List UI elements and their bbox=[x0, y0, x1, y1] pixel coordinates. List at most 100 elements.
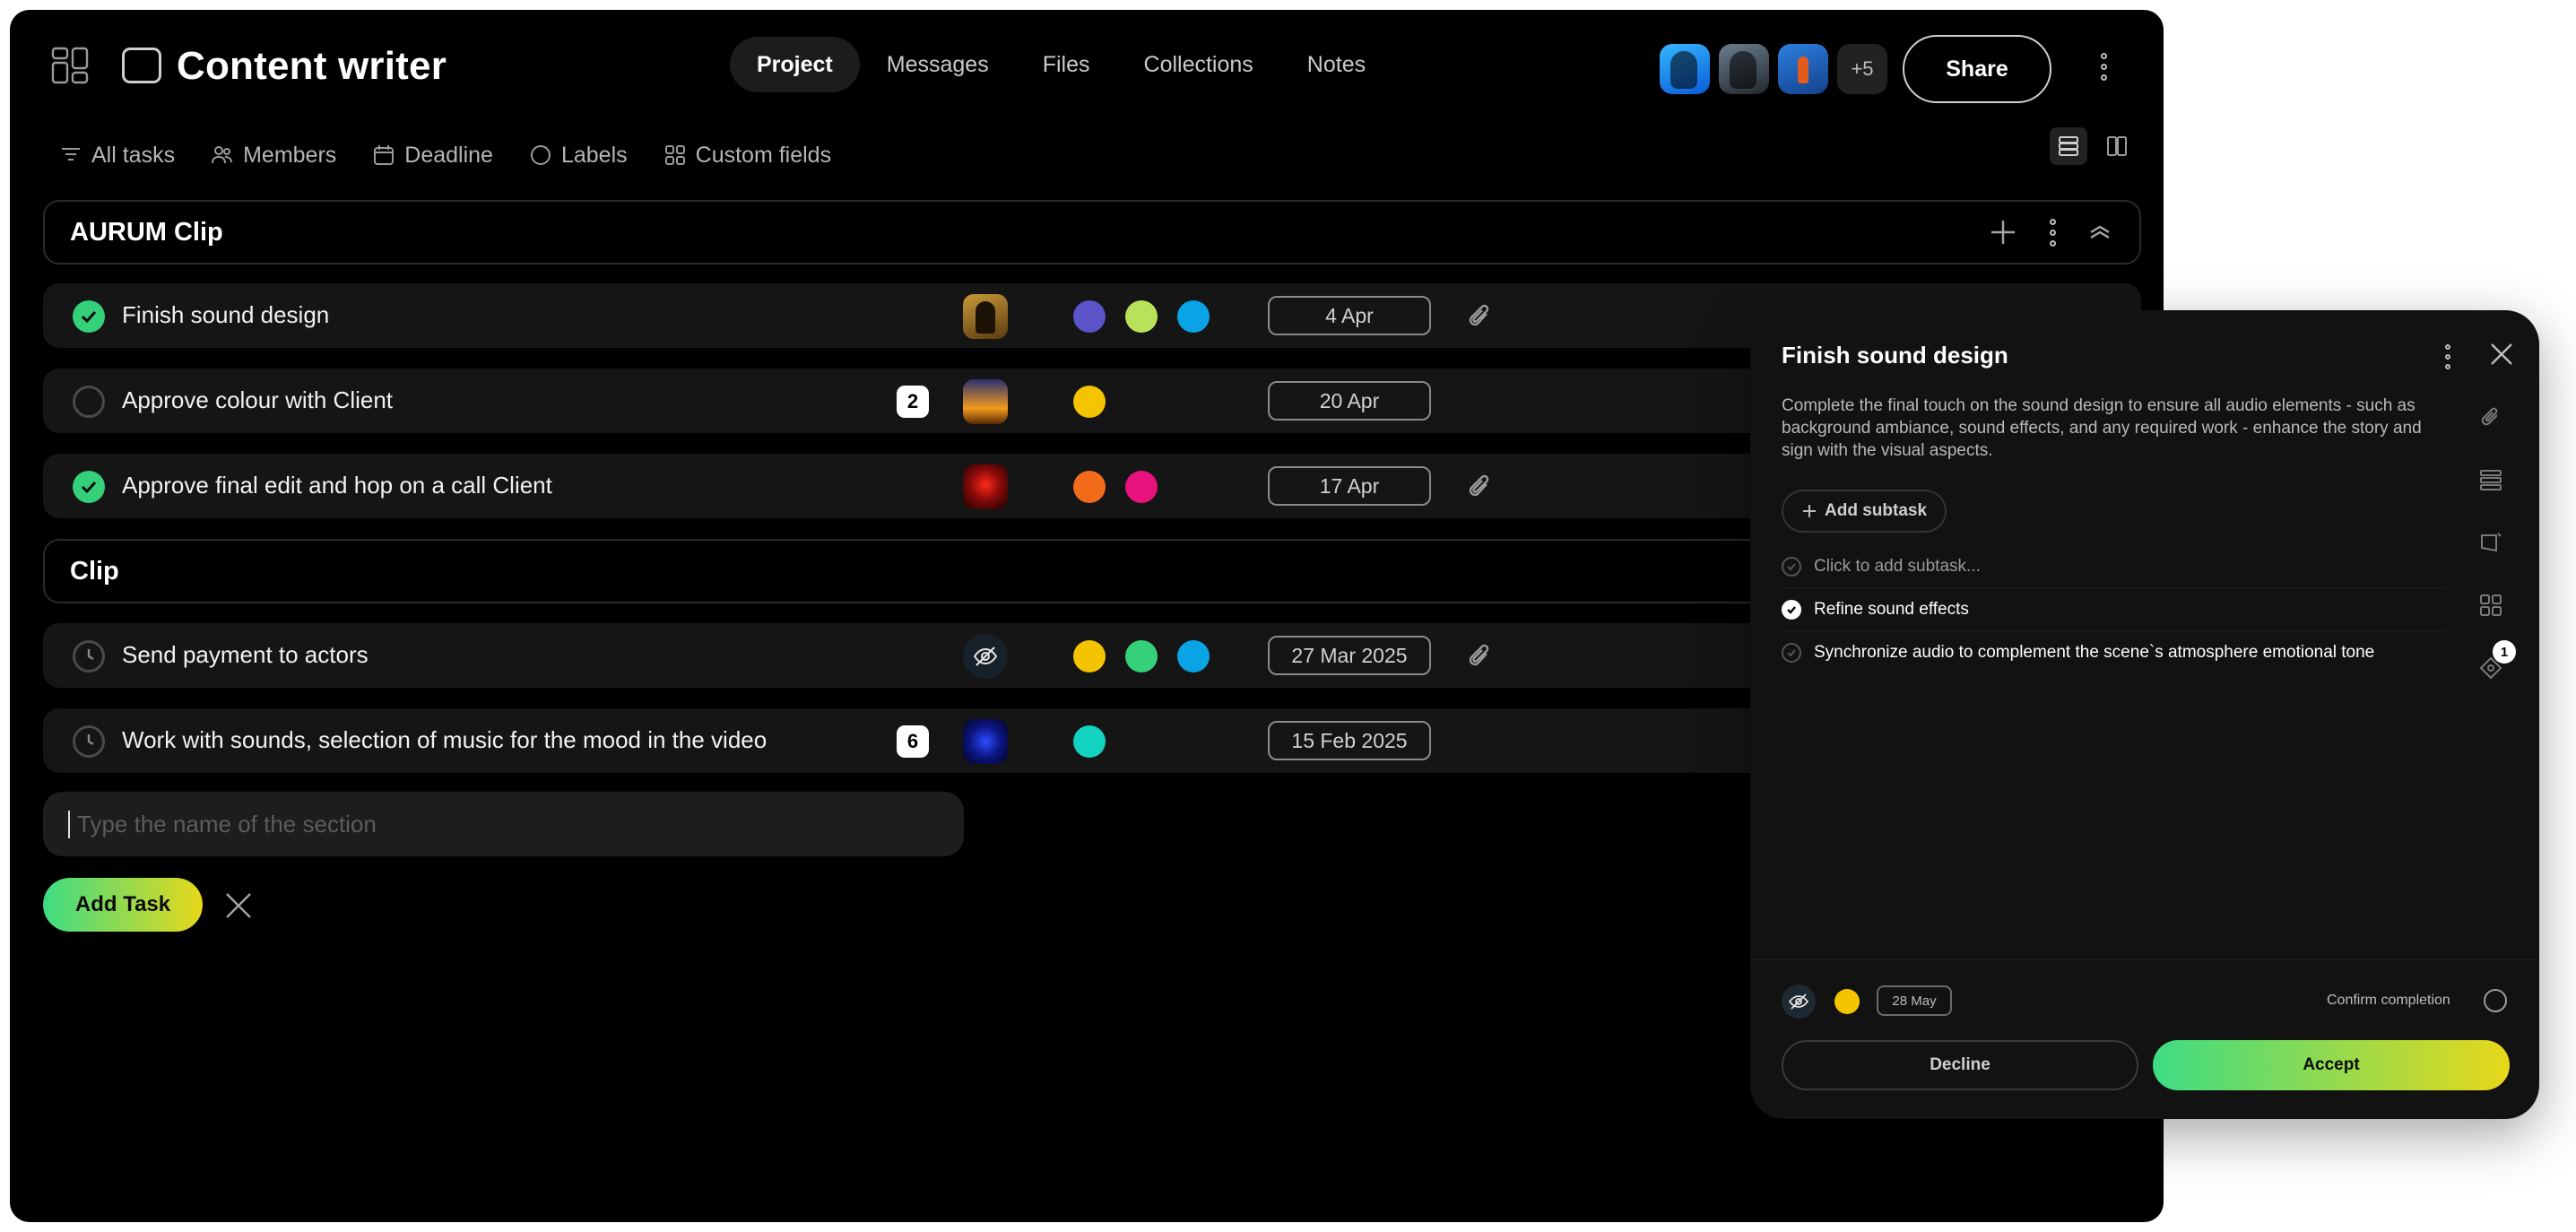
label-dots[interactable] bbox=[1073, 386, 1106, 418]
filter-all-tasks[interactable]: All tasks bbox=[59, 143, 175, 169]
member-avatars[interactable]: +5 bbox=[1660, 44, 1887, 94]
project-tabs: Project Messages Files Collections Notes bbox=[730, 37, 1392, 92]
add-subtask-button[interactable]: Add subtask bbox=[1782, 490, 1947, 533]
tab-project[interactable]: Project bbox=[730, 37, 860, 92]
task-description[interactable]: Complete the final touch on the sound de… bbox=[1782, 395, 2436, 462]
accept-button[interactable]: Accept bbox=[2153, 1040, 2510, 1090]
board-view-icon[interactable] bbox=[2098, 127, 2136, 165]
label-dot[interactable] bbox=[1073, 471, 1106, 503]
label-circle-icon bbox=[530, 145, 551, 165]
avatar[interactable] bbox=[1719, 44, 1769, 94]
label-dot[interactable] bbox=[1073, 300, 1106, 333]
label-dot[interactable] bbox=[1125, 471, 1158, 503]
filter-label: Labels bbox=[560, 142, 628, 168]
panel-title: Finish sound design bbox=[1782, 342, 2008, 369]
workspace-grid-icon[interactable] bbox=[50, 46, 90, 85]
tab-files[interactable]: Files bbox=[1016, 37, 1117, 92]
due-date-chip[interactable]: 17 Apr bbox=[1268, 466, 1431, 506]
filter-label: Custom fields bbox=[695, 142, 832, 168]
label-dots[interactable] bbox=[1073, 471, 1158, 503]
calendar-icon bbox=[374, 145, 395, 165]
label-dot[interactable] bbox=[1125, 640, 1158, 672]
avatar[interactable] bbox=[1778, 44, 1828, 94]
tab-collections[interactable]: Collections bbox=[1117, 37, 1280, 92]
check-circle-icon[interactable] bbox=[73, 300, 105, 333]
project-color-swatch[interactable] bbox=[122, 48, 161, 83]
check-circle-icon[interactable] bbox=[73, 471, 105, 503]
empty-check-icon[interactable] bbox=[1782, 556, 1801, 577]
list-icon[interactable] bbox=[2478, 467, 2503, 492]
due-date-chip[interactable]: 20 Apr bbox=[1268, 381, 1431, 421]
decline-button[interactable]: Decline bbox=[1782, 1040, 2138, 1090]
filter-members[interactable]: Members bbox=[211, 143, 336, 169]
filter-custom-fields[interactable]: Custom fields bbox=[664, 143, 831, 169]
confirm-completion-label: Confirm completion bbox=[2327, 993, 2450, 1008]
label-dots[interactable] bbox=[1073, 640, 1210, 672]
filter-labels[interactable]: Labels bbox=[529, 143, 628, 169]
grid-icon[interactable] bbox=[2478, 593, 2503, 618]
due-date-chip[interactable]: 27 Mar 2025 bbox=[1268, 636, 1431, 675]
attachment-icon[interactable] bbox=[1464, 299, 1495, 334]
label-dot[interactable] bbox=[1177, 300, 1210, 333]
members-icon bbox=[212, 146, 233, 164]
label-dot[interactable] bbox=[1073, 640, 1106, 672]
collapse-icon[interactable] bbox=[2087, 223, 2112, 241]
hidden-eye-icon bbox=[1788, 993, 1809, 1010]
tab-notes[interactable]: Notes bbox=[1280, 37, 1392, 92]
avatar[interactable] bbox=[963, 379, 1008, 424]
avatar[interactable] bbox=[963, 294, 1008, 339]
new-section-field[interactable] bbox=[43, 792, 964, 856]
comment-count-badge[interactable]: 6 bbox=[897, 725, 929, 758]
add-task-button[interactable]: Add Task bbox=[43, 878, 203, 932]
subtask-item[interactable]: Refine sound effects bbox=[1782, 588, 2445, 631]
more-options-icon[interactable] bbox=[2048, 218, 2057, 247]
label-dot[interactable] bbox=[1834, 989, 1860, 1014]
add-subtask-label: Add subtask bbox=[1825, 501, 1928, 520]
task-name: Approve colour with Client bbox=[122, 386, 394, 413]
notification-badge: 1 bbox=[2493, 640, 2516, 664]
section-title: AURUM Clip bbox=[70, 217, 223, 247]
share-button[interactable]: Share bbox=[1903, 35, 2051, 103]
avatar[interactable] bbox=[963, 719, 1008, 764]
close-icon[interactable] bbox=[2489, 342, 2514, 367]
more-options-icon[interactable] bbox=[2099, 53, 2108, 81]
subtask-list: Click to add subtask... Refine sound eff… bbox=[1782, 545, 2445, 674]
subtask-item[interactable]: Synchronize audio to complement the scen… bbox=[1782, 631, 2445, 674]
empty-check-icon[interactable] bbox=[1782, 643, 1801, 663]
divider bbox=[1750, 959, 2539, 960]
extra-members-count[interactable]: +5 bbox=[1837, 44, 1887, 94]
clock-icon[interactable] bbox=[73, 725, 105, 758]
clock-icon[interactable] bbox=[73, 640, 105, 672]
attachment-icon[interactable] bbox=[1464, 639, 1495, 673]
comment-count-badge[interactable]: 2 bbox=[897, 386, 929, 418]
subtask-item[interactable]: Click to add subtask... bbox=[1782, 545, 2445, 588]
label-dot[interactable] bbox=[1177, 640, 1210, 672]
section-name-input[interactable] bbox=[68, 810, 964, 838]
avatar[interactable] bbox=[1782, 985, 1816, 1019]
due-date-chip[interactable]: 28 May bbox=[1877, 985, 1952, 1016]
confirm-completion-checkbox[interactable] bbox=[2484, 989, 2507, 1012]
label-dot[interactable] bbox=[1073, 386, 1106, 418]
due-date-chip[interactable]: 4 Apr bbox=[1268, 296, 1431, 335]
comment-icon[interactable] bbox=[2478, 530, 2503, 555]
empty-circle-icon[interactable] bbox=[73, 386, 105, 418]
add-icon[interactable] bbox=[1989, 218, 2017, 247]
attachment-icon[interactable] bbox=[1464, 470, 1495, 504]
avatar[interactable] bbox=[1660, 44, 1710, 94]
label-dot[interactable] bbox=[1073, 725, 1106, 758]
avatar[interactable] bbox=[963, 464, 1008, 509]
tab-messages[interactable]: Messages bbox=[860, 37, 1016, 92]
avatar[interactable] bbox=[963, 634, 1008, 679]
close-icon[interactable] bbox=[223, 890, 254, 921]
label-dots[interactable] bbox=[1073, 300, 1210, 333]
attachment-icon[interactable] bbox=[2478, 404, 2503, 429]
filter-label: Deadline bbox=[404, 142, 493, 168]
due-date-chip[interactable]: 15 Feb 2025 bbox=[1268, 721, 1431, 760]
label-dot[interactable] bbox=[1125, 300, 1158, 333]
check-circle-icon[interactable] bbox=[1782, 599, 1801, 620]
label-dots[interactable] bbox=[1073, 725, 1106, 758]
section-header[interactable]: AURUM Clip bbox=[43, 200, 2141, 265]
list-view-icon[interactable] bbox=[2050, 127, 2087, 165]
more-options-icon[interactable] bbox=[2443, 344, 2452, 369]
filter-deadline[interactable]: Deadline bbox=[372, 143, 493, 169]
